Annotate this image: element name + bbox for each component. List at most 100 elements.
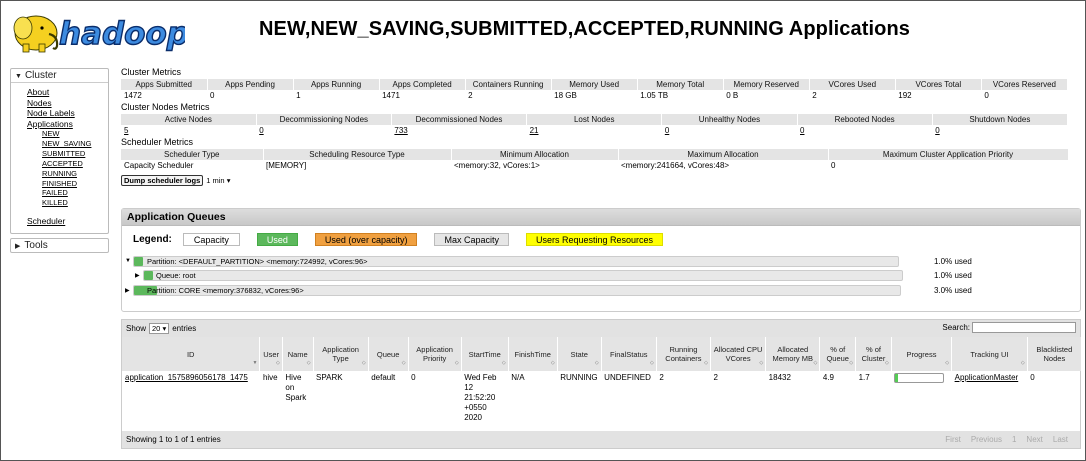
application-id-link[interactable]: application_1575896056178_1475 bbox=[125, 373, 248, 382]
col-final-status[interactable]: FinalStatus ◇ bbox=[601, 337, 657, 371]
sort-icon: ◇ bbox=[306, 360, 311, 366]
val-apps-completed: 1471 bbox=[382, 91, 400, 100]
val-memory-used: 18 GB bbox=[554, 91, 577, 100]
page-first[interactable]: First bbox=[945, 435, 961, 444]
applications-table: ID ▼ User ◇ Name ◇ Application Type ◇ Queue ◇… bbox=[122, 337, 1083, 426]
nav-link-about[interactable]: About bbox=[27, 87, 108, 98]
val-scheduling-resource-type: [MEMORY] bbox=[266, 161, 307, 170]
page-number[interactable]: 1 bbox=[1012, 435, 1016, 444]
link-decommissioning-nodes[interactable]: 0 bbox=[259, 126, 263, 135]
sort-icon: ◇ bbox=[501, 360, 506, 366]
logo-text: hadoop bbox=[59, 16, 185, 52]
col-memory-total: Memory Total bbox=[637, 79, 724, 90]
col-decommissioning-nodes: Decommissioning Nodes bbox=[256, 114, 392, 125]
nav-link-failed[interactable]: FAILED bbox=[42, 188, 108, 198]
queue-row-core-partition[interactable]: ▶ Partition: CORE <memory:376832, vCores… bbox=[122, 285, 1080, 297]
tools-nav-header[interactable]: ▶ Tools bbox=[10, 237, 109, 253]
cell-blacklisted: 0 bbox=[1030, 373, 1035, 382]
entries-info: Showing 1 to 1 of 1 entries bbox=[126, 435, 221, 444]
triangle-down-icon[interactable]: ▼ bbox=[125, 258, 131, 264]
queue-row-root[interactable]: ▶ Queue: root 1.0% used bbox=[122, 270, 1080, 282]
hadoop-logo[interactable]: hadoop bbox=[9, 6, 185, 56]
page-next[interactable]: Next bbox=[1026, 435, 1042, 444]
col-label: StartTime bbox=[468, 349, 501, 359]
col-label: Allocated CPU VCores bbox=[713, 345, 763, 363]
col-pct-queue[interactable]: % of Queue ◇ bbox=[819, 337, 857, 371]
link-lost-nodes[interactable]: 21 bbox=[530, 126, 539, 135]
nav-link-killed[interactable]: KILLED bbox=[42, 198, 108, 208]
sort-icon: ◇ bbox=[704, 360, 708, 366]
nav-link-finished[interactable]: FINISHED bbox=[42, 179, 108, 189]
triangle-right-icon[interactable]: ▶ bbox=[135, 272, 140, 279]
nav-link-scheduler[interactable]: Scheduler bbox=[27, 216, 108, 227]
col-label: Queue bbox=[376, 349, 400, 359]
queue-row-default-partition[interactable]: ▼ Partition: <DEFAULT_PARTITION> <memory… bbox=[122, 256, 1080, 268]
col-unhealthy-nodes: Unhealthy Nodes bbox=[661, 114, 798, 125]
col-finish-time[interactable]: FinishTime ◇ bbox=[508, 337, 558, 371]
progress-bar bbox=[894, 373, 945, 383]
cell-user: hive bbox=[262, 373, 278, 382]
col-pct-cluster[interactable]: % of Cluster ◇ bbox=[855, 337, 892, 371]
col-blacklisted-nodes[interactable]: Blacklisted Nodes bbox=[1027, 337, 1083, 371]
queue-used-fill bbox=[144, 271, 153, 280]
dump-interval-select[interactable]: 1 min ▾ bbox=[206, 176, 230, 185]
cluster-nav-header[interactable]: ▼ Cluster bbox=[11, 69, 108, 83]
dump-row: Dump scheduler logs 1 min ▾ bbox=[121, 174, 1081, 186]
link-rebooted-nodes[interactable]: 0 bbox=[800, 126, 804, 135]
nav-link-node-labels[interactable]: Node Labels bbox=[27, 108, 108, 119]
nav-link-accepted[interactable]: ACCEPTED bbox=[42, 159, 108, 169]
sort-icon: ◇ bbox=[454, 360, 459, 366]
page-previous[interactable]: Previous bbox=[971, 435, 1002, 444]
col-tracking-ui[interactable]: Tracking UI ◇ bbox=[951, 337, 1028, 371]
col-start-time[interactable]: StartTime ◇ bbox=[461, 337, 509, 371]
col-label: Name bbox=[287, 349, 308, 359]
nav-link-nodes[interactable]: Nodes bbox=[27, 98, 108, 109]
link-unhealthy-nodes[interactable]: 0 bbox=[665, 126, 669, 135]
col-user[interactable]: User ◇ bbox=[259, 337, 283, 371]
nav-link-new[interactable]: NEW bbox=[42, 129, 108, 139]
tracking-ui-link[interactable]: ApplicationMaster bbox=[955, 373, 1019, 382]
nav-link-submitted[interactable]: SUBMITTED bbox=[42, 149, 108, 159]
dump-scheduler-logs-button[interactable]: Dump scheduler logs bbox=[121, 174, 204, 186]
queue-pct-used: 1.0% used bbox=[934, 271, 972, 280]
col-application-type[interactable]: Application Type ◇ bbox=[313, 337, 369, 371]
col-allocated-memory[interactable]: Allocated Memory MB ◇ bbox=[765, 337, 821, 371]
nav-link-new-saving[interactable]: NEW_SAVING bbox=[42, 139, 108, 149]
col-queue[interactable]: Queue ◇ bbox=[368, 337, 409, 371]
col-state[interactable]: State ◇ bbox=[557, 337, 602, 371]
apps-header-row: ID ▼ User ◇ Name ◇ Application Type ◇ Queue ◇… bbox=[122, 337, 1083, 371]
legend-used: Used bbox=[256, 232, 298, 246]
nav-link-running[interactable]: RUNNING bbox=[42, 169, 108, 179]
metrics-area: Cluster Metrics Apps Submitted Apps Pend… bbox=[121, 67, 1081, 186]
apps-toolbar: Show 20 ▾ entries Search: bbox=[122, 320, 1080, 337]
col-id[interactable]: ID ▼ bbox=[122, 337, 261, 371]
col-minimum-allocation: Minimum Allocation bbox=[451, 149, 619, 160]
sidebar: ▼ Cluster About Nodes Node Labels Applica… bbox=[10, 68, 109, 253]
entries-per-page-select[interactable]: 20 ▾ bbox=[149, 323, 170, 334]
triangle-right-icon[interactable]: ▶ bbox=[125, 287, 130, 294]
node-metrics-table: Active Nodes Decommissioning Nodes Decom… bbox=[121, 114, 1069, 136]
col-allocated-vcores[interactable]: Allocated CPU VCores ◇ bbox=[710, 337, 767, 371]
search-input[interactable] bbox=[972, 322, 1076, 333]
nav-link-applications[interactable]: Applications bbox=[27, 119, 108, 130]
page-last[interactable]: Last bbox=[1053, 435, 1068, 444]
cluster-nav-box: ▼ Cluster About Nodes Node Labels Applica… bbox=[10, 68, 109, 234]
val-vcores-total: 192 bbox=[898, 91, 912, 100]
link-decommissioned-nodes[interactable]: 733 bbox=[394, 126, 407, 135]
col-application-priority[interactable]: Application Priority ◇ bbox=[408, 337, 462, 371]
col-shutdown-nodes: Shutdown Nodes bbox=[932, 114, 1069, 125]
cell-type: SPARK bbox=[316, 373, 343, 382]
link-active-nodes[interactable]: 5 bbox=[124, 126, 128, 135]
col-progress[interactable]: Progress ◇ bbox=[891, 337, 953, 371]
col-label: User bbox=[263, 349, 280, 359]
col-name[interactable]: Name ◇ bbox=[282, 337, 314, 371]
cell-queue: default bbox=[371, 373, 396, 382]
entries-count: 20 bbox=[152, 324, 161, 333]
link-shutdown-nodes[interactable]: 0 bbox=[935, 126, 939, 135]
val-apps-submitted: 1472 bbox=[124, 91, 142, 100]
col-running-containers[interactable]: Running Containers ◇ bbox=[656, 337, 712, 371]
col-label: State bbox=[570, 349, 588, 359]
col-vcores-total: VCores Total bbox=[895, 79, 982, 90]
col-scheduling-resource-type: Scheduling Resource Type bbox=[263, 149, 452, 160]
col-scheduler-type: Scheduler Type bbox=[121, 149, 264, 160]
